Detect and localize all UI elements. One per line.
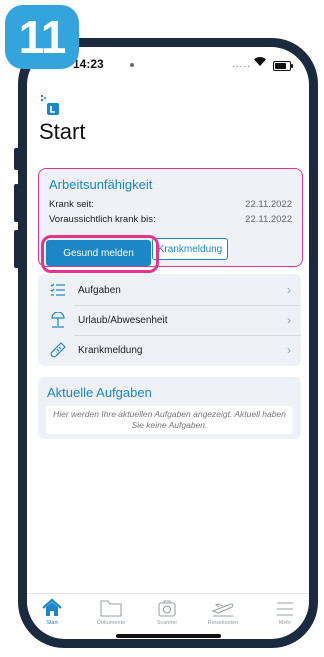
krankmeldung-button[interactable]: Krankmeldung	[152, 238, 228, 260]
checklist-icon	[48, 281, 68, 299]
tab-scanner[interactable]: Scanner	[144, 598, 190, 626]
camera-icon	[158, 600, 176, 617]
menu-icon	[277, 602, 293, 616]
tab-bar: Start Dokumente Scanner Reisekosten Mehr	[27, 593, 309, 632]
tasks-empty-message: Hier werden Ihre aktuellen Aufgaben ange…	[46, 406, 293, 434]
home-indicator	[116, 634, 221, 638]
tab-label-reisekosten: Reisekosten	[207, 620, 239, 626]
menu-label-aufgaben: Aufgaben	[78, 284, 121, 296]
airplane-icon	[211, 603, 234, 617]
tab-label-scanner: Scanner	[156, 620, 178, 626]
aktuelle-aufgaben-card: Aktuelle Aufgaben Hier werden Ihre aktue…	[38, 377, 301, 439]
app-screen: 14:23 ..... Start Arbeitsunfähigkeit Kra…	[27, 47, 309, 639]
app-logo-icon	[41, 95, 59, 115]
signal-icon: .....	[232, 59, 251, 70]
status-time: 14:23	[73, 57, 104, 71]
menu-item-krankmeldung[interactable]: Krankmeldung ›	[38, 335, 301, 365]
tab-label-dokumente: Dokumente	[96, 620, 126, 626]
chevron-right-icon: ›	[287, 283, 291, 297]
krank-seit-label: Krank seit:	[49, 199, 94, 210]
step-number: 11	[18, 11, 67, 63]
step-badge: 11	[5, 5, 79, 69]
tab-start[interactable]: Start	[29, 598, 75, 626]
tab-dokumente[interactable]: Dokumente	[88, 598, 134, 626]
krank-seit-row: Krank seit: 22.11.2022	[49, 199, 292, 210]
krank-bis-row: Voraussichtlich krank bis: 22.11.2022	[49, 214, 292, 225]
gesund-melden-button[interactable]: Gesund melden	[46, 240, 151, 266]
home-icon	[42, 598, 62, 616]
tab-label-start: Start	[46, 620, 58, 626]
aktuelle-aufgaben-title: Aktuelle Aufgaben	[47, 385, 152, 400]
menu-label-krankmeldung: Krankmeldung	[78, 344, 143, 356]
menu-label-urlaub: Urlaub/Abwesenheit	[78, 314, 168, 326]
wifi-icon	[254, 57, 266, 66]
menu-item-urlaub[interactable]: Urlaub/Abwesenheit ›	[38, 305, 301, 335]
chevron-right-icon: ›	[287, 343, 291, 357]
menu-list: Aufgaben › Urlaub/Abwesenheit › Krankmel…	[38, 274, 301, 366]
page-title: Start	[39, 119, 86, 144]
krank-bis-value: 22.11.2022	[245, 214, 292, 225]
beach-umbrella-icon	[48, 311, 68, 329]
tab-reisekosten[interactable]: Reisekosten	[200, 598, 246, 626]
krank-seit-value: 22.11.2022	[245, 199, 292, 210]
phone-frame: 14:23 ..... Start Arbeitsunfähigkeit Kra…	[18, 38, 318, 648]
arbeitsunfaehigkeit-title: Arbeitsunfähigkeit	[49, 177, 153, 192]
camera-dot-icon	[130, 63, 134, 67]
krank-bis-label: Voraussichtlich krank bis:	[49, 214, 156, 225]
tab-label-mehr: Mehr	[278, 620, 292, 626]
tab-mehr[interactable]: Mehr	[262, 598, 308, 626]
folder-icon	[100, 600, 122, 617]
battery-icon	[273, 61, 293, 71]
chevron-right-icon: ›	[287, 313, 291, 327]
thermometer-icon	[48, 341, 68, 359]
menu-item-aufgaben[interactable]: Aufgaben ›	[38, 275, 301, 305]
